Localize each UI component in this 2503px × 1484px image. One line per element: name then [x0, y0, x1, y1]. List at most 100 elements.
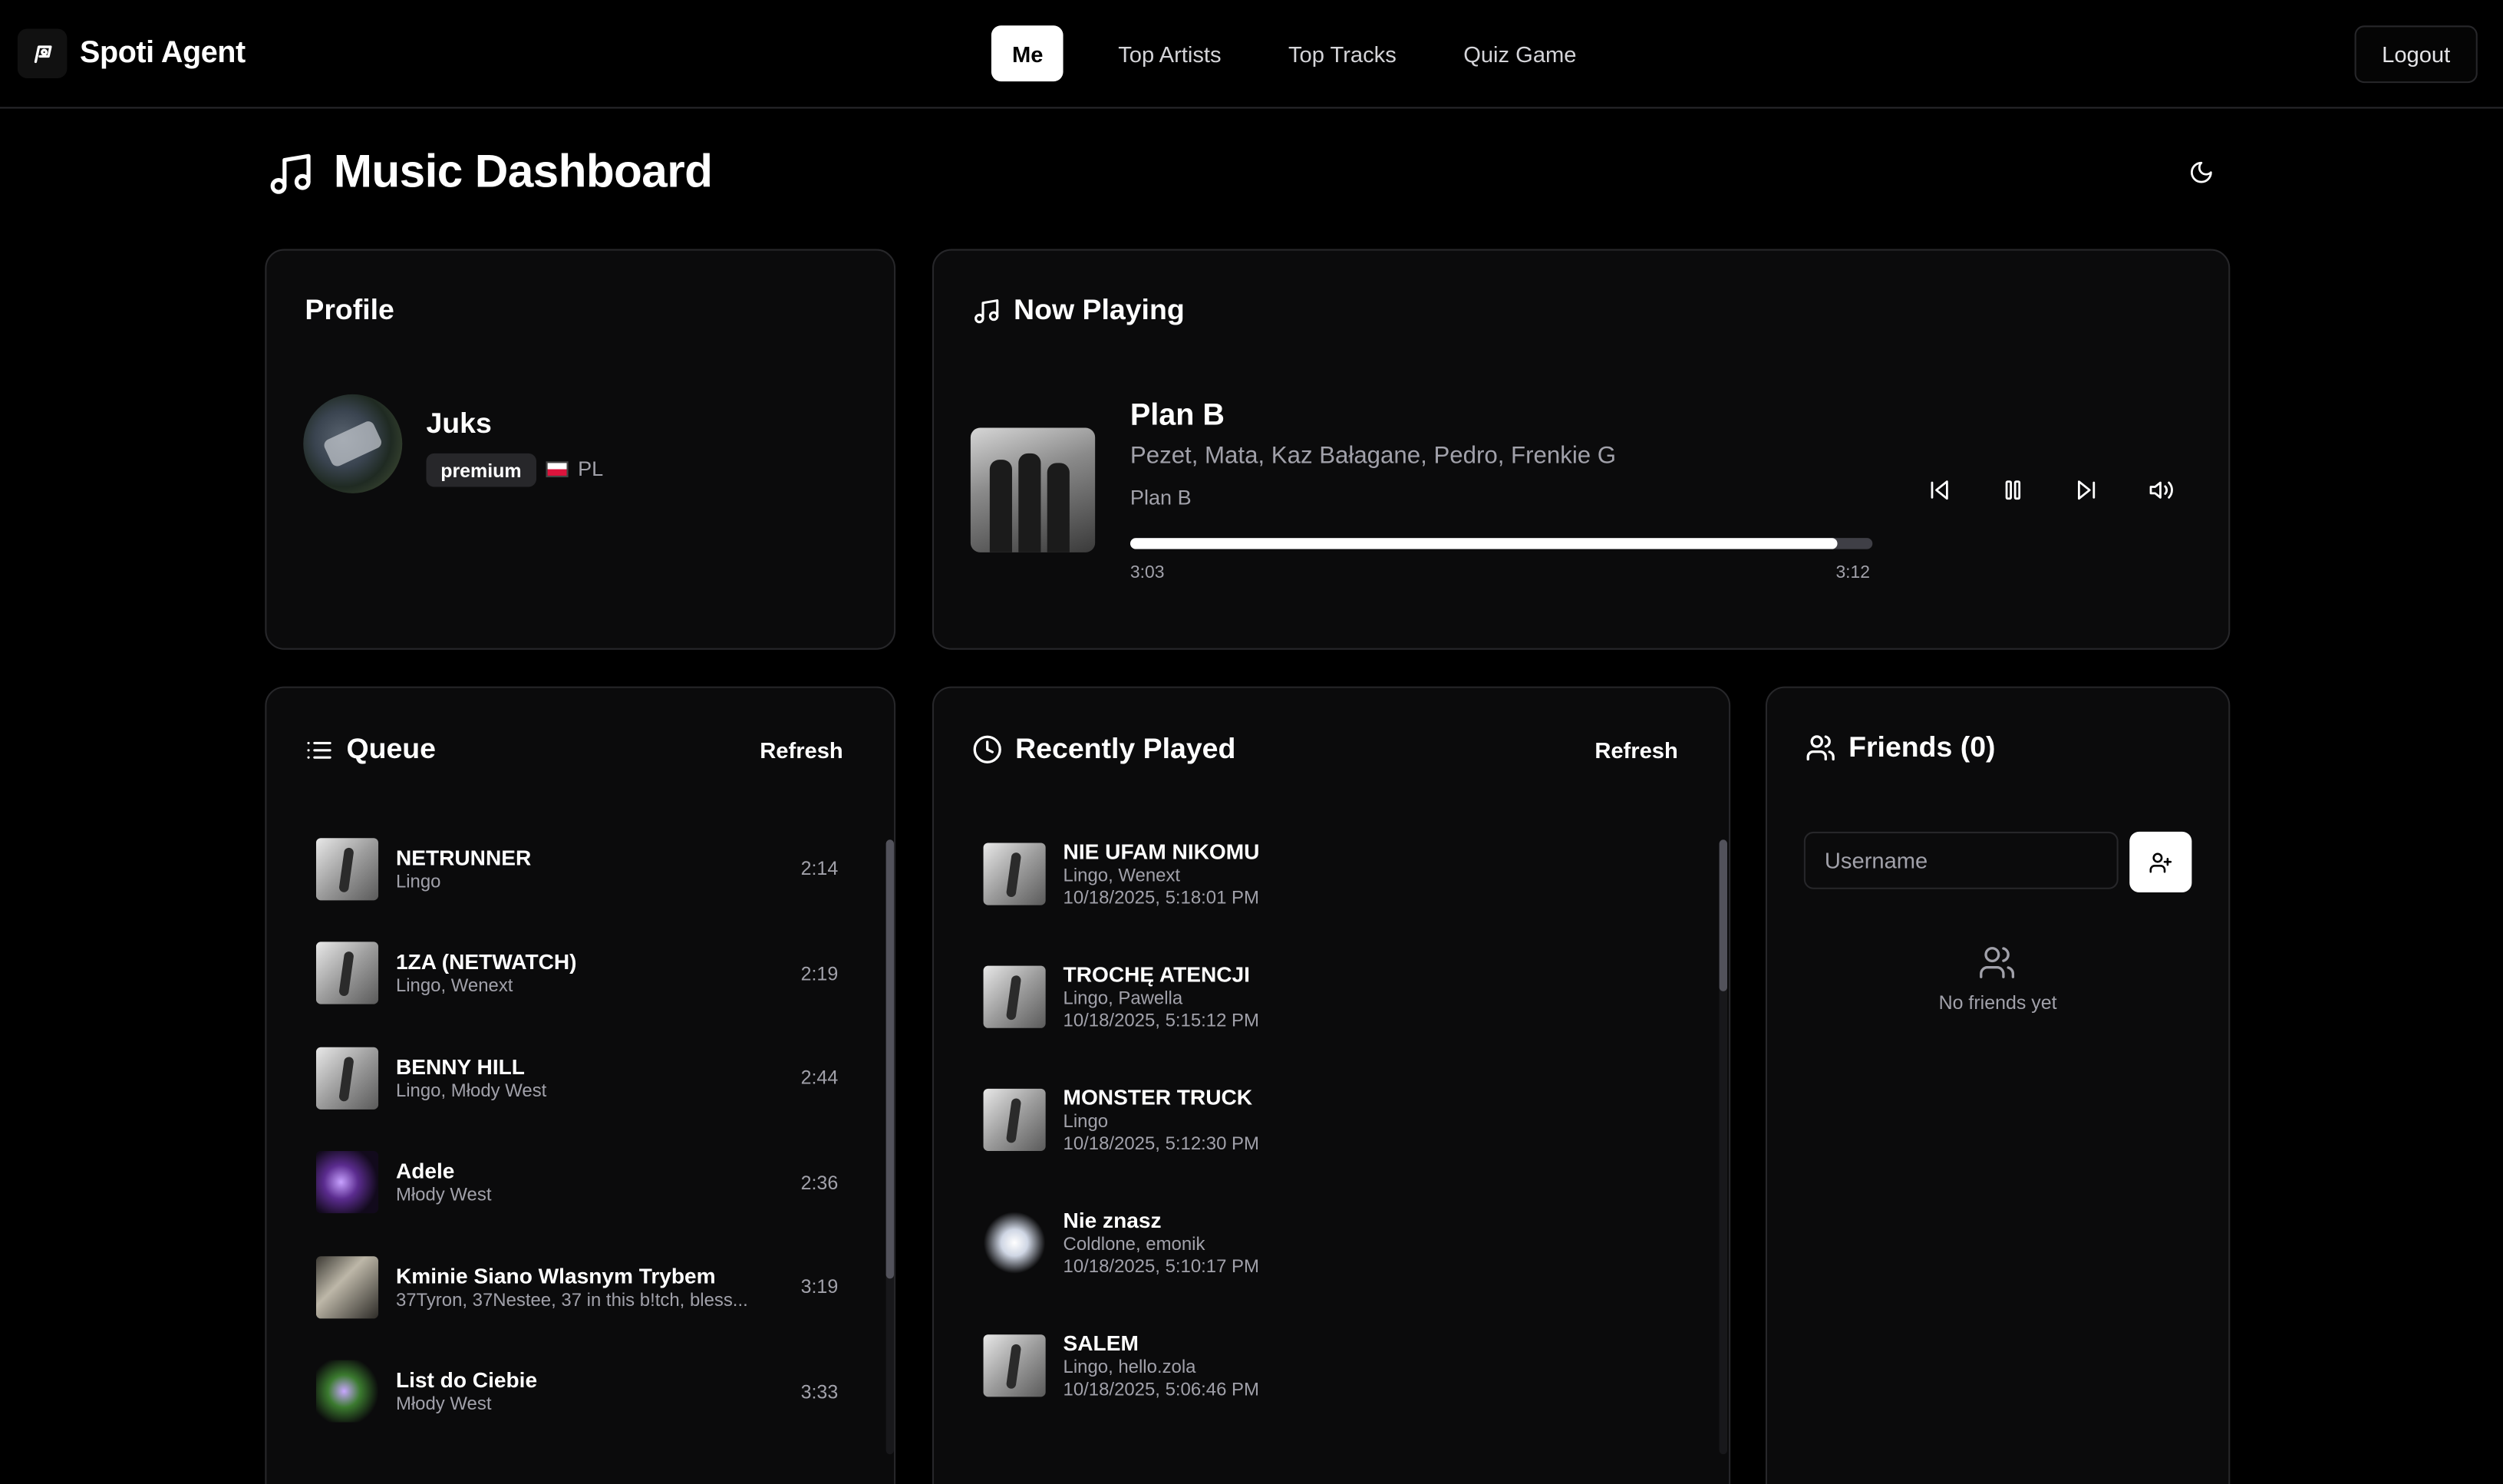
queue-item[interactable]: List do Ciebie Młody West 3:33 [315, 1357, 839, 1424]
queue-item[interactable]: BENNY HILL Lingo, Młody West 2:44 [315, 1044, 839, 1111]
track-artists: Coldlone, emonik [1063, 1235, 1205, 1255]
app-root: Spoti Agent Me Top Artists Top Tracks Qu… [0, 0, 2503, 1484]
track-info: Adele Młody West [396, 1159, 774, 1205]
track-title: Nie znasz [1063, 1207, 1162, 1232]
album-cover [970, 427, 1096, 552]
queue-item[interactable]: Kminie Siano Wlasnym Trybem 37Tyron, 37Ne… [315, 1253, 839, 1320]
track-title: MONSTER TRUCK [1063, 1084, 1253, 1109]
moon-icon [2191, 161, 2212, 183]
played-at: 10/18/2025, 5:15:12 PM [1063, 1011, 1259, 1031]
track-info: Kminie Siano Wlasnym Trybem 37Tyron, 37Ne… [396, 1264, 774, 1310]
track-artists: Lingo, Wenext [395, 977, 513, 997]
track-duration: 3:19 [800, 1275, 839, 1298]
list-icon [307, 740, 331, 758]
track-artists: Młody West [395, 1186, 492, 1205]
queue-title: Queue [346, 732, 436, 765]
track-title: Plan B [1129, 399, 1225, 433]
friends-card: Friends (0) No friends yet [1765, 686, 2231, 1484]
track-duration: 2:44 [800, 1066, 839, 1089]
now-playing-card: Now Playing Plan B Pezet, Mata, Kaz Bała… [932, 249, 2231, 650]
track-title: TROCHĘ ATENCJI [1063, 961, 1250, 986]
track-info: MONSTER TRUCK Lingo 10/18/2025, 5:12:30 PM [1064, 1085, 1686, 1153]
recent-scrollbar[interactable] [1719, 839, 1727, 1455]
track-artists: Lingo [1063, 1111, 1109, 1131]
main-nav: Me Top Artists Top Tracks Quiz Game [991, 25, 1611, 82]
add-friend-button[interactable] [2129, 831, 2192, 892]
track-info: TROCHĘ ATENCJI Lingo, Pawella 10/18/2025, … [1064, 961, 1686, 1030]
country-info: PL [546, 457, 603, 480]
track-info: SALEM Lingo, hello.zola 10/18/2025, 5:06:4… [1064, 1331, 1686, 1399]
next-button[interactable] [2067, 471, 2106, 510]
music-note-icon [270, 153, 311, 193]
skip-forward-icon [2077, 480, 2096, 500]
track-title: SALEM [1063, 1331, 1139, 1355]
user-plus-icon [2149, 852, 2172, 872]
recent-item[interactable]: NIE UFAM NIKOMU Lingo, Wenext 10/18/2025, … [983, 835, 1686, 912]
track-title: NIE UFAM NIKOMU [1063, 839, 1260, 863]
track-thumbnail [315, 1255, 379, 1318]
recent-item[interactable]: Nie znasz Coldlone, emonik 10/18/2025, 5:1… [983, 1204, 1686, 1281]
queue-scrollbar[interactable] [885, 839, 895, 1455]
track-info: 1ZA (NETWATCH) Lingo, Wenext [396, 950, 774, 996]
users-icon [1806, 735, 1835, 761]
track-thumbnail [983, 965, 1046, 1027]
track-title: List do Ciebie [395, 1367, 538, 1393]
poland-flag-icon [546, 460, 569, 477]
track-info: List do Ciebie Młody West [396, 1368, 774, 1414]
track-info: NETRUNNER Lingo [396, 846, 774, 892]
previous-button[interactable] [1921, 471, 1959, 510]
nav-quiz-game[interactable]: Quiz Game [1430, 25, 1611, 81]
recent-refresh-button[interactable]: Refresh [1594, 737, 1677, 763]
nav-top-artists[interactable]: Top Artists [1085, 25, 1255, 81]
logout-button[interactable]: Logout [2354, 25, 2478, 84]
played-at: 10/18/2025, 5:12:30 PM [1063, 1134, 1259, 1154]
track-artists: Lingo, Pawella [1063, 988, 1183, 1008]
track-thumbnail [315, 837, 379, 900]
recent-item[interactable]: MONSTER TRUCK Lingo 10/18/2025, 5:12:30 PM [983, 1080, 1686, 1157]
recent-scroll-thumb[interactable] [1719, 839, 1727, 991]
theme-toggle-button[interactable] [2184, 155, 2219, 190]
queue-scroll-thumb[interactable] [885, 839, 895, 1279]
progress-bar[interactable] [1129, 538, 1873, 549]
track-artists: 37Tyron, 37Nestee, 37 in this b!tch, ble… [395, 1291, 748, 1310]
friends-header: Friends (0) [1806, 731, 1996, 765]
played-at: 10/18/2025, 5:06:46 PM [1063, 1380, 1259, 1400]
queue-refresh-button[interactable]: Refresh [760, 737, 843, 763]
track-duration: 3:33 [800, 1380, 839, 1403]
track-album: Plan B [1129, 485, 1192, 510]
page-title: Music Dashboard [333, 147, 713, 198]
track-title: Adele [395, 1159, 455, 1183]
username-input[interactable] [1803, 831, 2119, 889]
nav-top-tracks[interactable]: Top Tracks [1255, 25, 1430, 81]
pause-button[interactable] [1993, 471, 2032, 510]
recent-item[interactable]: TROCHĘ ATENCJI Lingo, Pawella 10/18/2025, … [983, 958, 1686, 1034]
queue-item[interactable]: NETRUNNER Lingo 2:14 [315, 835, 838, 902]
queue-list[interactable]: NETRUNNER Lingo 2:14 1ZA (NETWATCH) Lingo, W… [315, 835, 839, 1484]
recent-item[interactable]: SALEM Lingo, hello.zola 10/18/2025, 5:06:4… [983, 1327, 1686, 1403]
no-friends-text: No friends yet [1938, 991, 2057, 1014]
queue-item[interactable]: 1ZA (NETWATCH) Lingo, Wenext 2:19 [315, 939, 839, 1006]
track-info: BENNY HILL Lingo, Młody West [396, 1054, 774, 1100]
skip-back-icon [1931, 480, 1948, 500]
track-thumbnail [315, 1360, 379, 1423]
app-logo-icon [17, 28, 68, 78]
brand[interactable]: Spoti Agent [17, 28, 246, 78]
nav-me[interactable]: Me [991, 25, 1064, 82]
track-title: NETRUNNER [395, 845, 532, 869]
recently-played-title: Recently Played [1015, 732, 1236, 765]
clock-icon [973, 735, 1001, 763]
friends-title: Friends (0) [1848, 730, 1996, 763]
track-thumbnail [983, 1087, 1046, 1150]
queue-item[interactable]: Adele Młody West 2:36 [315, 1149, 838, 1215]
elapsed-time: 3:03 [1129, 563, 1165, 583]
track-thumbnail [315, 1150, 379, 1214]
volume-button[interactable] [2142, 471, 2181, 510]
recently-played-card: Recently Played Refresh NIE UFAM NIKOMU L… [932, 686, 1731, 1484]
volume-icon [2149, 481, 2173, 499]
recently-played-list[interactable]: NIE UFAM NIKOMU Lingo, Wenext 10/18/2025, … [983, 835, 1686, 1484]
total-time: 3:12 [1835, 563, 1871, 583]
progress-fill [1129, 538, 1838, 549]
track-duration: 2:19 [800, 961, 839, 984]
recently-played-header: Recently Played [972, 733, 1235, 767]
track-thumbnail [983, 842, 1046, 905]
